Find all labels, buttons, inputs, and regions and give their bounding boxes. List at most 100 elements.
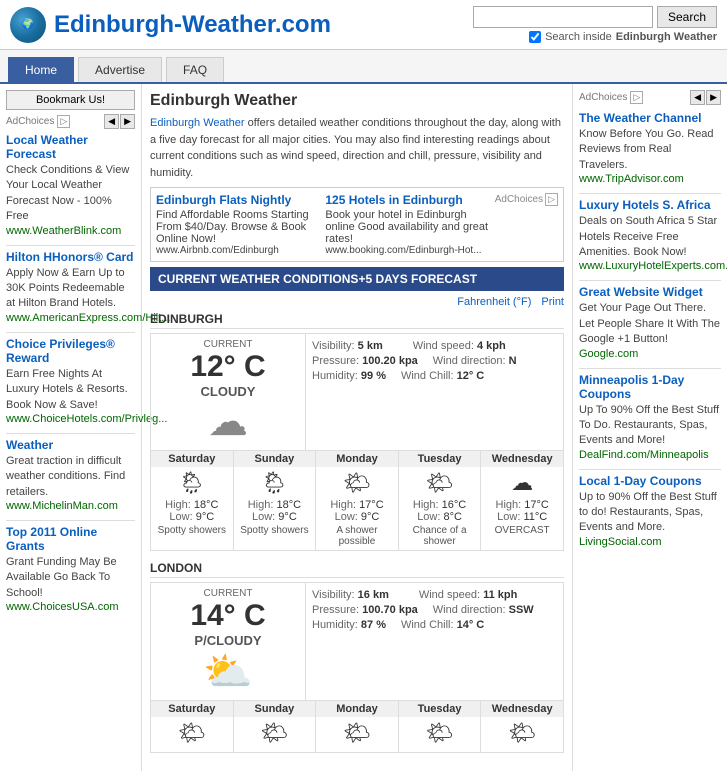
search-button[interactable]: Search: [657, 6, 717, 28]
search-row: Search: [473, 6, 717, 28]
london-day-5-name: Wednesday: [481, 701, 563, 717]
edinburgh-day-4-icon: 🌤: [402, 470, 478, 496]
fahrenheit-link[interactable]: Fahrenheit (°F): [457, 296, 531, 308]
nav: Home Advertise FAQ: [0, 50, 727, 84]
tab-advertise[interactable]: Advertise: [78, 57, 162, 82]
left-ad-3: Choice Privileges® Reward Earn Free Nigh…: [6, 337, 135, 425]
left-ad-5-title[interactable]: Top 2011 Online Grants: [6, 525, 135, 553]
london-day-1-icon: 🌤: [154, 720, 230, 746]
search-inside-label: Search inside: [545, 31, 612, 43]
search-inside-row: Search inside Edinburgh Weather: [529, 31, 717, 43]
london-temp: 14° C: [156, 599, 300, 633]
right-divider-4: [579, 469, 721, 470]
london-header: LONDON: [150, 561, 564, 578]
globe-icon: 🌍: [10, 7, 46, 43]
search-input[interactable]: [473, 6, 653, 28]
edinburgh-current-box: CURRENT 12° C CLOUDY ☁: [151, 334, 306, 450]
edinburgh-wind-direction: Wind direction: N: [433, 355, 517, 367]
print-link[interactable]: Print: [541, 296, 564, 308]
edinburgh-details-box: Visibility: 5 km Wind speed: 4 kph Press…: [306, 334, 563, 450]
right-ad-2-link[interactable]: www.LuxuryHotelExperts.com....: [579, 260, 721, 272]
bookmark-button[interactable]: Bookmark Us!: [6, 90, 135, 110]
left-ad-2: Hilton HHonors® Card Apply Now & Earn Up…: [6, 250, 135, 324]
search-inside-checkbox[interactable]: [529, 31, 541, 43]
adchoices-label-right: AdChoices: [579, 92, 627, 103]
edinburgh-day-3-name: Monday: [316, 451, 398, 467]
city-edinburgh: EDINBURGH CURRENT 12° C CLOUDY ☁ Visibil…: [150, 312, 564, 551]
right-ad-4-link[interactable]: DealFind.com/Minneapolis: [579, 449, 721, 461]
edinburgh-humidity: Humidity: 99 %: [312, 370, 386, 382]
adchoices-next-right[interactable]: ▶: [706, 90, 721, 105]
left-ad-2-title[interactable]: Hilton HHonors® Card: [6, 250, 135, 264]
site-title[interactable]: Edinburgh-Weather.com: [54, 11, 331, 39]
right-ad-3: Great Website Widget Get Your Page Out T…: [579, 285, 721, 359]
right-ad-2-title[interactable]: Luxury Hotels S. Africa: [579, 198, 721, 212]
edinburgh-day-5-low: Low: 11°C: [484, 511, 560, 523]
adchoices-icon-right: ▷: [630, 91, 643, 104]
london-day-4-icon: 🌤: [402, 720, 478, 746]
adchoices-next-left[interactable]: ▶: [120, 114, 135, 129]
left-ad-2-link[interactable]: www.AmericanExpress.com/Hilt...: [6, 312, 135, 324]
edinburgh-wind-chill: Wind Chill: 12° C: [401, 370, 484, 382]
right-ad-1-title[interactable]: The Weather Channel: [579, 111, 721, 125]
adchoices-prev-right[interactable]: ◀: [690, 90, 705, 105]
right-ad-3-text: Get Your Page Out There. Let People Shar…: [579, 301, 721, 347]
left-ad-3-title[interactable]: Choice Privileges® Reward: [6, 337, 135, 365]
ad-item-1-text: Find Affordable Rooms Starting From $40/…: [156, 209, 319, 245]
right-ad-5-title[interactable]: Local 1-Day Coupons: [579, 474, 721, 488]
adchoices-prev-left[interactable]: ◀: [104, 114, 119, 129]
right-ad-4-title[interactable]: Minneapolis 1-Day Coupons: [579, 373, 721, 401]
tab-home[interactable]: Home: [8, 57, 74, 82]
right-divider-3: [579, 368, 721, 369]
edinburgh-day-1-desc: Spotty showers: [154, 525, 230, 536]
edinburgh-day-2-icon: 🌦: [237, 470, 313, 496]
ad-item-1: Edinburgh Flats Nightly Find Affordable …: [156, 193, 319, 256]
london-wind-speed: Wind speed: 11 kph: [419, 589, 517, 601]
london-pressure: Pressure: 100.70 kpa: [312, 604, 418, 616]
right-ad-3-link[interactable]: Google.com: [579, 348, 721, 360]
adchoices-icon-small: ▷: [545, 193, 558, 206]
edinburgh-day-4-name: Tuesday: [399, 451, 481, 467]
london-humidity: Humidity: 87 %: [312, 619, 386, 631]
edinburgh-day-3: Monday 🌤 High: 17°C Low: 9°C A shower po…: [316, 451, 399, 550]
left-ad-3-link[interactable]: www.ChoiceHotels.com/Privleg...: [6, 413, 135, 425]
left-ad-1-link[interactable]: www.WeatherBlink.com: [6, 225, 135, 237]
right-ad-3-title[interactable]: Great Website Widget: [579, 285, 721, 299]
edinburgh-day-2-name: Sunday: [234, 451, 316, 467]
adchoices-bar-right: AdChoices ▷ ◀ ▶: [579, 90, 721, 105]
weather-bar: CURRENT WEATHER CONDITIONS+5 DAYS FORECA…: [150, 267, 564, 291]
right-ad-1-link[interactable]: www.TripAdvisor.com: [579, 173, 721, 185]
london-current-box: CURRENT 14° C P/CLOUDY ⛅: [151, 583, 306, 700]
left-ad-5-link[interactable]: www.ChoicesUSA.com: [6, 601, 135, 613]
right-ad-5-text: Up to 90% Off the Best Stuff to do! Rest…: [579, 490, 721, 536]
edinburgh-condition: CLOUDY: [156, 384, 300, 399]
left-ad-4-title[interactable]: Weather: [6, 438, 135, 452]
right-ad-5-link[interactable]: LivingSocial.com: [579, 536, 721, 548]
london-icon: ⛅: [156, 648, 300, 695]
ad-item-1-link[interactable]: www.Airbnb.com/Edinburgh: [156, 245, 319, 256]
london-day-1: Saturday 🌤: [151, 701, 234, 752]
edinburgh-day-1-high: High: 18°C: [154, 499, 230, 511]
left-ad-4-link[interactable]: www.MichelinMan.com: [6, 500, 135, 512]
edinburgh-day-3-desc: A shower possible: [319, 525, 395, 547]
intro-link[interactable]: Edinburgh Weather: [150, 117, 245, 129]
edinburgh-day-2-desc: Spotty showers: [237, 525, 313, 536]
adchoices-icon-left: ▷: [57, 115, 70, 128]
edinburgh-wind-speed: Wind speed: 4 kph: [413, 340, 506, 352]
left-ad-1-title[interactable]: Local Weather Forecast: [6, 133, 135, 161]
edinburgh-forecast: Saturday 🌦 High: 18°C Low: 9°C Spotty sh…: [150, 451, 564, 551]
tab-faq[interactable]: FAQ: [166, 57, 224, 82]
edinburgh-temp: 12° C: [156, 350, 300, 384]
london-day-4: Tuesday 🌤: [399, 701, 482, 752]
ad-item-2-title[interactable]: 125 Hotels in Edinburgh: [325, 193, 488, 207]
edinburgh-day-4: Tuesday 🌤 High: 16°C Low: 8°C Chance of …: [399, 451, 482, 550]
london-forecast: Saturday 🌤 Sunday 🌤 Monday 🌤 Tuesday 🌤 W…: [150, 701, 564, 753]
header: 🌍 Edinburgh-Weather.com Search Search in…: [0, 0, 727, 50]
ad-item-1-title[interactable]: Edinburgh Flats Nightly: [156, 193, 319, 207]
adchoices-label-left: AdChoices: [6, 116, 54, 127]
london-day-3-icon: 🌤: [319, 720, 395, 746]
left-ad-1-text: Check Conditions & View Your Local Weath…: [6, 163, 135, 225]
edinburgh-day-2-high: High: 18°C: [237, 499, 313, 511]
right-sidebar: AdChoices ▷ ◀ ▶ The Weather Channel Know…: [572, 84, 727, 771]
ad-item-2-link[interactable]: www.booking.com/Edinburgh-Hot...: [325, 245, 488, 256]
